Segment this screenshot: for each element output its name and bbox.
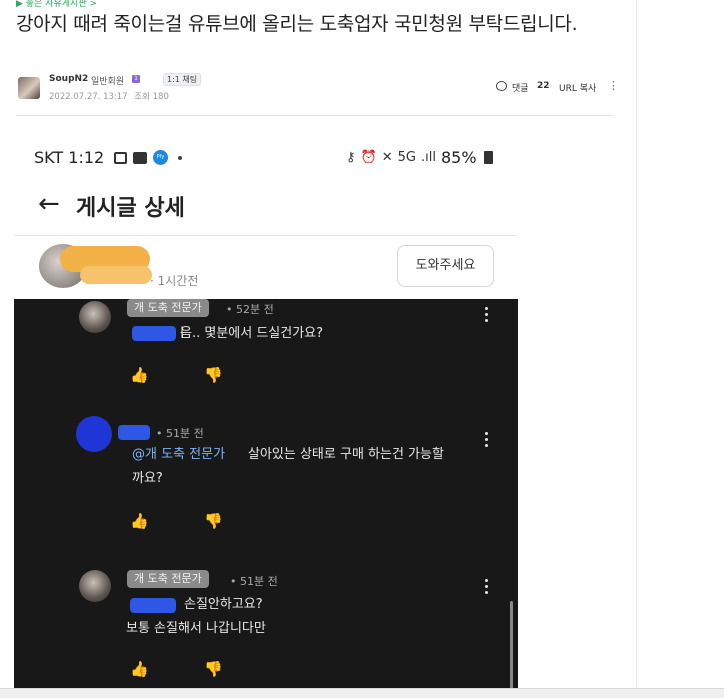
battery-level: 85%	[440, 148, 477, 167]
dislike-icon: 👎	[204, 366, 223, 384]
blurred-mention	[132, 326, 176, 341]
attached-screenshot: SKT 1:12 Pfy ⚷ ⏰ ✕ 5G .ıll 85% ← 게시글 상세	[14, 139, 518, 691]
comment-scrollbar	[510, 601, 513, 691]
alarm-icon: ⏰	[360, 150, 377, 165]
dislike-icon: 👎	[204, 512, 223, 530]
comment-time: • 51분 전	[230, 575, 278, 588]
network-icon: 5G	[397, 150, 416, 165]
commenter-chip: 개 도축 전문가	[127, 299, 209, 317]
bottom-scroll-track[interactable]	[0, 688, 724, 698]
message-icon	[133, 151, 147, 164]
screen-title: 게시글 상세	[76, 196, 185, 221]
comment-count[interactable]: 22	[537, 81, 550, 91]
like-icon: 👍	[130, 660, 149, 678]
notification-dot-icon	[178, 155, 182, 160]
back-arrow-icon: ←	[38, 189, 60, 219]
more-options-icon[interactable]: ⋮	[608, 79, 619, 92]
comment-more-icon	[485, 579, 489, 597]
comment-mention: @개 도축 전문가	[132, 447, 226, 462]
column-divider	[636, 0, 637, 698]
post-views: 조회 180	[134, 92, 169, 102]
comment-avatar	[76, 416, 112, 452]
phone-status-bar: SKT 1:12 Pfy ⚷ ⏰ ✕ 5G .ıll 85%	[14, 139, 518, 175]
comment-text-cont: 까요?	[132, 471, 163, 486]
comment-list: 개 도축 전문가 • 52분 전 ㅣ 음.. 몇분에서 드실건가요? 👍 👎 •…	[14, 299, 518, 691]
chat-button[interactable]: 1:1 채팅	[163, 73, 202, 86]
comment-more-icon	[485, 307, 489, 325]
post-meta: 2022.07.27. 13:17 조회 180	[49, 90, 169, 102]
comment-avatar	[79, 301, 111, 333]
comment-time: • 52분 전	[226, 303, 274, 316]
blurred-name-mask	[80, 266, 152, 284]
comment-link[interactable]: 댓글	[512, 81, 529, 94]
post-title: 강아지 때려 죽이는걸 유튜브에 올리는 도축업자 국민청원 부탁드립니다.	[16, 13, 578, 35]
comment-time: • 51분 전	[156, 427, 204, 440]
url-copy-button[interactable]: URL 복사	[559, 81, 596, 94]
comment-icon	[496, 81, 507, 91]
comment-avatar	[79, 570, 111, 602]
like-icon: 👍	[130, 366, 149, 384]
signal-icon: .ıll	[420, 150, 436, 165]
comment-text-cont: 보통 손질해서 나갑니다만	[126, 621, 266, 636]
post-date: 2022.07.27. 13:17	[49, 92, 128, 102]
comment-text: 살아있는 상태로 구매 하는건 가능할	[248, 447, 444, 462]
commenter-chip: 개 도축 전문가	[127, 570, 209, 588]
phone-post-header: · 1시간전 도와주세요	[14, 236, 518, 298]
gallery-icon	[114, 151, 127, 164]
carrier-time: SKT 1:12	[34, 148, 105, 167]
post-page: ▶ 좋은 사유게시판 > 강아지 때려 죽이는걸 유튜브에 올리는 도축업자 국…	[0, 0, 724, 698]
help-button: 도와주세요	[397, 245, 494, 287]
key-icon: ⚷	[346, 150, 356, 165]
blurred-name	[118, 425, 150, 440]
talk-app-icon: Pfy	[153, 150, 168, 165]
level-badge: 1	[132, 75, 140, 83]
header-divider	[16, 115, 614, 116]
phone-post-time: · 1시간전	[150, 274, 199, 288]
phone-app-bar: ← 게시글 상세	[14, 175, 518, 235]
dislike-icon: 👎	[204, 660, 223, 678]
like-icon: 👍	[130, 512, 149, 530]
author-grade: 일반회원	[91, 77, 125, 87]
author-avatar[interactable]	[18, 77, 40, 99]
comment-text: 음.. 몇분에서 드실건가요?	[180, 326, 324, 341]
author-nickname[interactable]: SoupN2	[49, 74, 88, 84]
battery-icon	[483, 151, 493, 164]
blurred-mention	[130, 598, 176, 613]
comment-text: 손질안하고요?	[184, 597, 263, 612]
comment-more-icon	[485, 432, 489, 450]
mute-icon: ✕	[381, 150, 393, 165]
board-link[interactable]: ▶ 좋은 사유게시판 >	[16, 0, 97, 9]
